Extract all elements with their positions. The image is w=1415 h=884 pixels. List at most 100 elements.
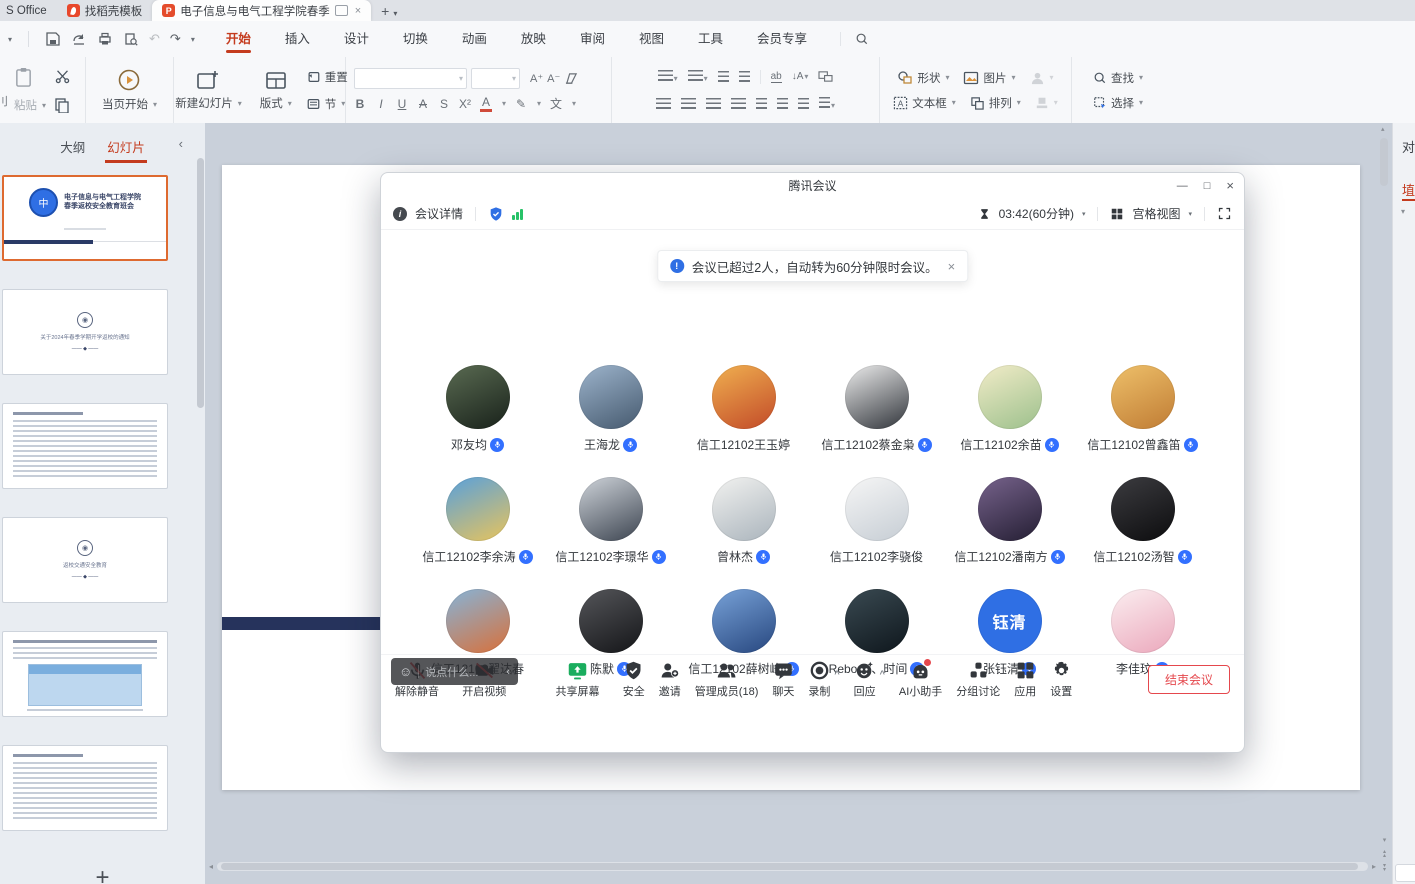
justify-icon[interactable] (731, 98, 746, 109)
distribute-icon[interactable] (756, 98, 767, 109)
undo-redo-chevron-icon[interactable]: ▾ (191, 35, 195, 44)
timer-chevron-icon[interactable]: ▾ (1082, 210, 1086, 218)
slide-thumbnail[interactable]: ◉返校交通安全教育—— ◆ —— (2, 517, 168, 603)
collapse-panel-icon[interactable]: ‹ (179, 136, 183, 151)
text-direction-icon[interactable]: ↓A▾ (792, 71, 809, 82)
tab-outline[interactable]: 大纲 (60, 137, 85, 156)
view-mode-button[interactable]: 宫格视图 (1132, 205, 1180, 222)
font-style-button[interactable]: I (375, 97, 387, 111)
toolbar-chat-button[interactable]: 聊天 (772, 660, 794, 699)
align-center-icon[interactable] (681, 98, 696, 109)
minimize-button[interactable]: — (1177, 180, 1188, 192)
tab-wps-home[interactable]: S Office (0, 0, 57, 21)
find-button[interactable]: 查找▾ (1093, 70, 1143, 86)
copy-icon[interactable] (54, 97, 70, 113)
add-slide-button[interactable]: + (0, 864, 205, 884)
scroll-left-icon[interactable]: ◂ (205, 862, 217, 871)
security-shield-icon[interactable] (488, 206, 504, 222)
previous-slide-icon[interactable]: ▴▴ (1383, 850, 1386, 858)
scroll-right-icon[interactable]: ▸ (1368, 862, 1380, 871)
meeting-timer[interactable]: 03:42(60分钟) (999, 205, 1074, 222)
print-icon[interactable] (97, 31, 113, 47)
toolbar-breakout-button[interactable]: 分组讨论 (956, 660, 1000, 699)
participant-tile[interactable]: 信工12102汤智 (1076, 477, 1209, 589)
next-slide-icon[interactable]: ▾▾ (1383, 864, 1386, 872)
tab-close-icon[interactable]: × (355, 5, 361, 17)
slide-thumbnail[interactable] (2, 631, 168, 717)
chevron-up-icon[interactable]: ^ (880, 669, 885, 679)
font-style-button[interactable]: B (354, 97, 366, 111)
vertical-scroll-thumb[interactable] (1380, 138, 1388, 186)
view-chevron-icon[interactable]: ▾ (1188, 210, 1192, 218)
chat-placeholder[interactable]: 说点什么... (425, 664, 500, 680)
horizontal-scrollbar[interactable]: ◂ ▸ (205, 860, 1380, 872)
align-right-icon[interactable] (706, 98, 721, 109)
tab-list-chevron-icon[interactable]: ▾ (393, 9, 397, 18)
layout-button[interactable]: 版式▾ (256, 69, 296, 111)
toolbar-record-button[interactable]: 录制^ (808, 660, 839, 699)
participant-tile[interactable]: 信工12102余苗 (943, 365, 1076, 477)
participant-tile[interactable]: 信工12102李璟华 (544, 477, 677, 589)
ribbon-search[interactable] (840, 32, 869, 46)
textbox-button[interactable]: A 文本框▾ (893, 95, 956, 111)
participant-tile[interactable]: 邓友均 (411, 365, 544, 477)
paste-button[interactable]: 粘贴 (14, 97, 37, 113)
scroll-up-icon[interactable]: ▴ (1381, 125, 1385, 133)
font-style-button[interactable]: X² (459, 97, 471, 111)
shapes-button[interactable]: 形状▾ (897, 70, 949, 86)
participant-tile[interactable]: 信工12102王玉婷 (677, 365, 810, 477)
participant-tile[interactable]: 曾林杰 (677, 477, 810, 589)
chevron-up-icon[interactable]: ^ (604, 669, 609, 679)
menu-tab[interactable]: 切换 (386, 21, 445, 57)
paragraph-spacing-icon[interactable] (798, 98, 809, 109)
tab-docer-templates[interactable]: 找稻壳模板 (57, 0, 153, 21)
toolbar-invite-button[interactable]: 邀请 (659, 660, 681, 699)
redo-icon[interactable]: ↷ (170, 31, 181, 47)
participant-tile[interactable]: 信工12102李余涛 (411, 477, 544, 589)
convert-smartart-icon[interactable] (818, 70, 833, 83)
toolbar-shield-button[interactable]: 安全 (623, 660, 645, 699)
emoji-icon[interactable]: ☺ (399, 665, 412, 678)
highlight-icon[interactable]: ✎ (515, 97, 527, 111)
print-preview-icon[interactable] (123, 31, 139, 47)
numbered-list-icon[interactable]: ▾ (688, 68, 708, 86)
slide-thumbnail[interactable]: 中电子信息与电气工程学院春季返校安全教育班会 (2, 175, 168, 261)
select-button[interactable]: 选择▾ (1093, 95, 1143, 111)
menu-tab[interactable]: 开始 (209, 21, 268, 57)
participant-tile[interactable]: 信工12102潘南方 (943, 477, 1076, 589)
new-slide-button[interactable]: 新建幻灯片▾ (171, 69, 246, 111)
menu-tab[interactable]: 视图 (622, 21, 681, 57)
toolbar-apps-button[interactable]: 应用 (1014, 660, 1036, 699)
notice-close-icon[interactable]: × (948, 259, 956, 274)
character-border-icon[interactable]: ab (771, 71, 782, 83)
section-button[interactable]: 节▾ (306, 96, 348, 112)
participant-tile[interactable]: 王海龙 (544, 365, 677, 477)
reset-button[interactable]: 重置 (306, 69, 348, 85)
menu-tab[interactable]: 插入 (268, 21, 327, 57)
chevron-up-icon[interactable]: ^ (834, 669, 839, 679)
close-button[interactable]: × (1226, 178, 1234, 193)
new-tab-button[interactable]: + (381, 3, 389, 19)
picture-button[interactable]: 图片▾ (963, 70, 1015, 86)
tab-slides[interactable]: 幻灯片 (107, 137, 145, 156)
slide-thumbnail[interactable] (2, 403, 168, 489)
maximize-button[interactable]: □ (1204, 180, 1211, 192)
sidebar-scrollbar[interactable] (197, 158, 204, 408)
scroll-down-icon[interactable]: ▾ (1383, 836, 1387, 844)
line-spacing-icon[interactable] (777, 98, 788, 109)
font-family-select[interactable]: ▾ (354, 68, 467, 89)
toolbar-screen-share-button[interactable]: 共享屏幕^ (556, 660, 609, 699)
menu-tab[interactable]: 动画 (445, 21, 504, 57)
menu-tab[interactable]: 放映 (504, 21, 563, 57)
export-icon[interactable] (71, 31, 87, 47)
chat-quick-input[interactable]: ☺ 说点什么... ‹ (391, 658, 518, 685)
font-size-select[interactable]: ▾ (471, 68, 520, 89)
decrease-indent-icon[interactable] (718, 71, 729, 82)
toolbar-gear-button[interactable]: 设置 (1050, 660, 1072, 699)
paste-icon[interactable] (14, 67, 33, 88)
font-style-button[interactable]: A (417, 97, 429, 111)
clear-format-icon[interactable] (564, 72, 579, 85)
char-effect-icon[interactable]: 文 (550, 95, 562, 112)
meeting-details-button[interactable]: 会议详情 (415, 205, 463, 222)
participant-tile[interactable]: 信工12102曾鑫笛 (1076, 365, 1209, 477)
